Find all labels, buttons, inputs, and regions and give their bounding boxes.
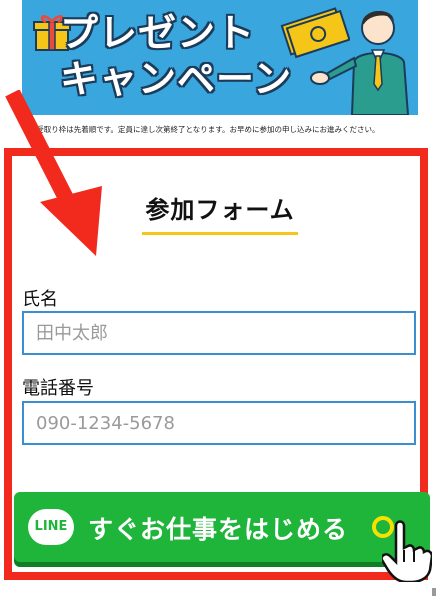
banner-title: プレゼント キャンペーン xyxy=(60,10,300,102)
hand-pointer-icon xyxy=(382,520,432,582)
banner-title-line1: プレゼント xyxy=(60,11,256,55)
scroll-indicator xyxy=(432,588,436,596)
phone-input[interactable] xyxy=(22,401,416,445)
start-work-button[interactable]: LINE すぐお仕事をはじめる xyxy=(14,492,430,562)
start-work-button-label: すぐお仕事をはじめる xyxy=(88,515,349,544)
man-illustration xyxy=(310,10,410,115)
name-input[interactable] xyxy=(22,311,416,355)
arrow-icon xyxy=(5,90,102,256)
name-label: 氏名 xyxy=(22,289,58,310)
form-title: 参加フォーム xyxy=(145,196,295,224)
line-icon: LINE xyxy=(28,509,74,545)
phone-label: 電話番号 xyxy=(22,378,94,399)
title-underline xyxy=(142,232,298,235)
